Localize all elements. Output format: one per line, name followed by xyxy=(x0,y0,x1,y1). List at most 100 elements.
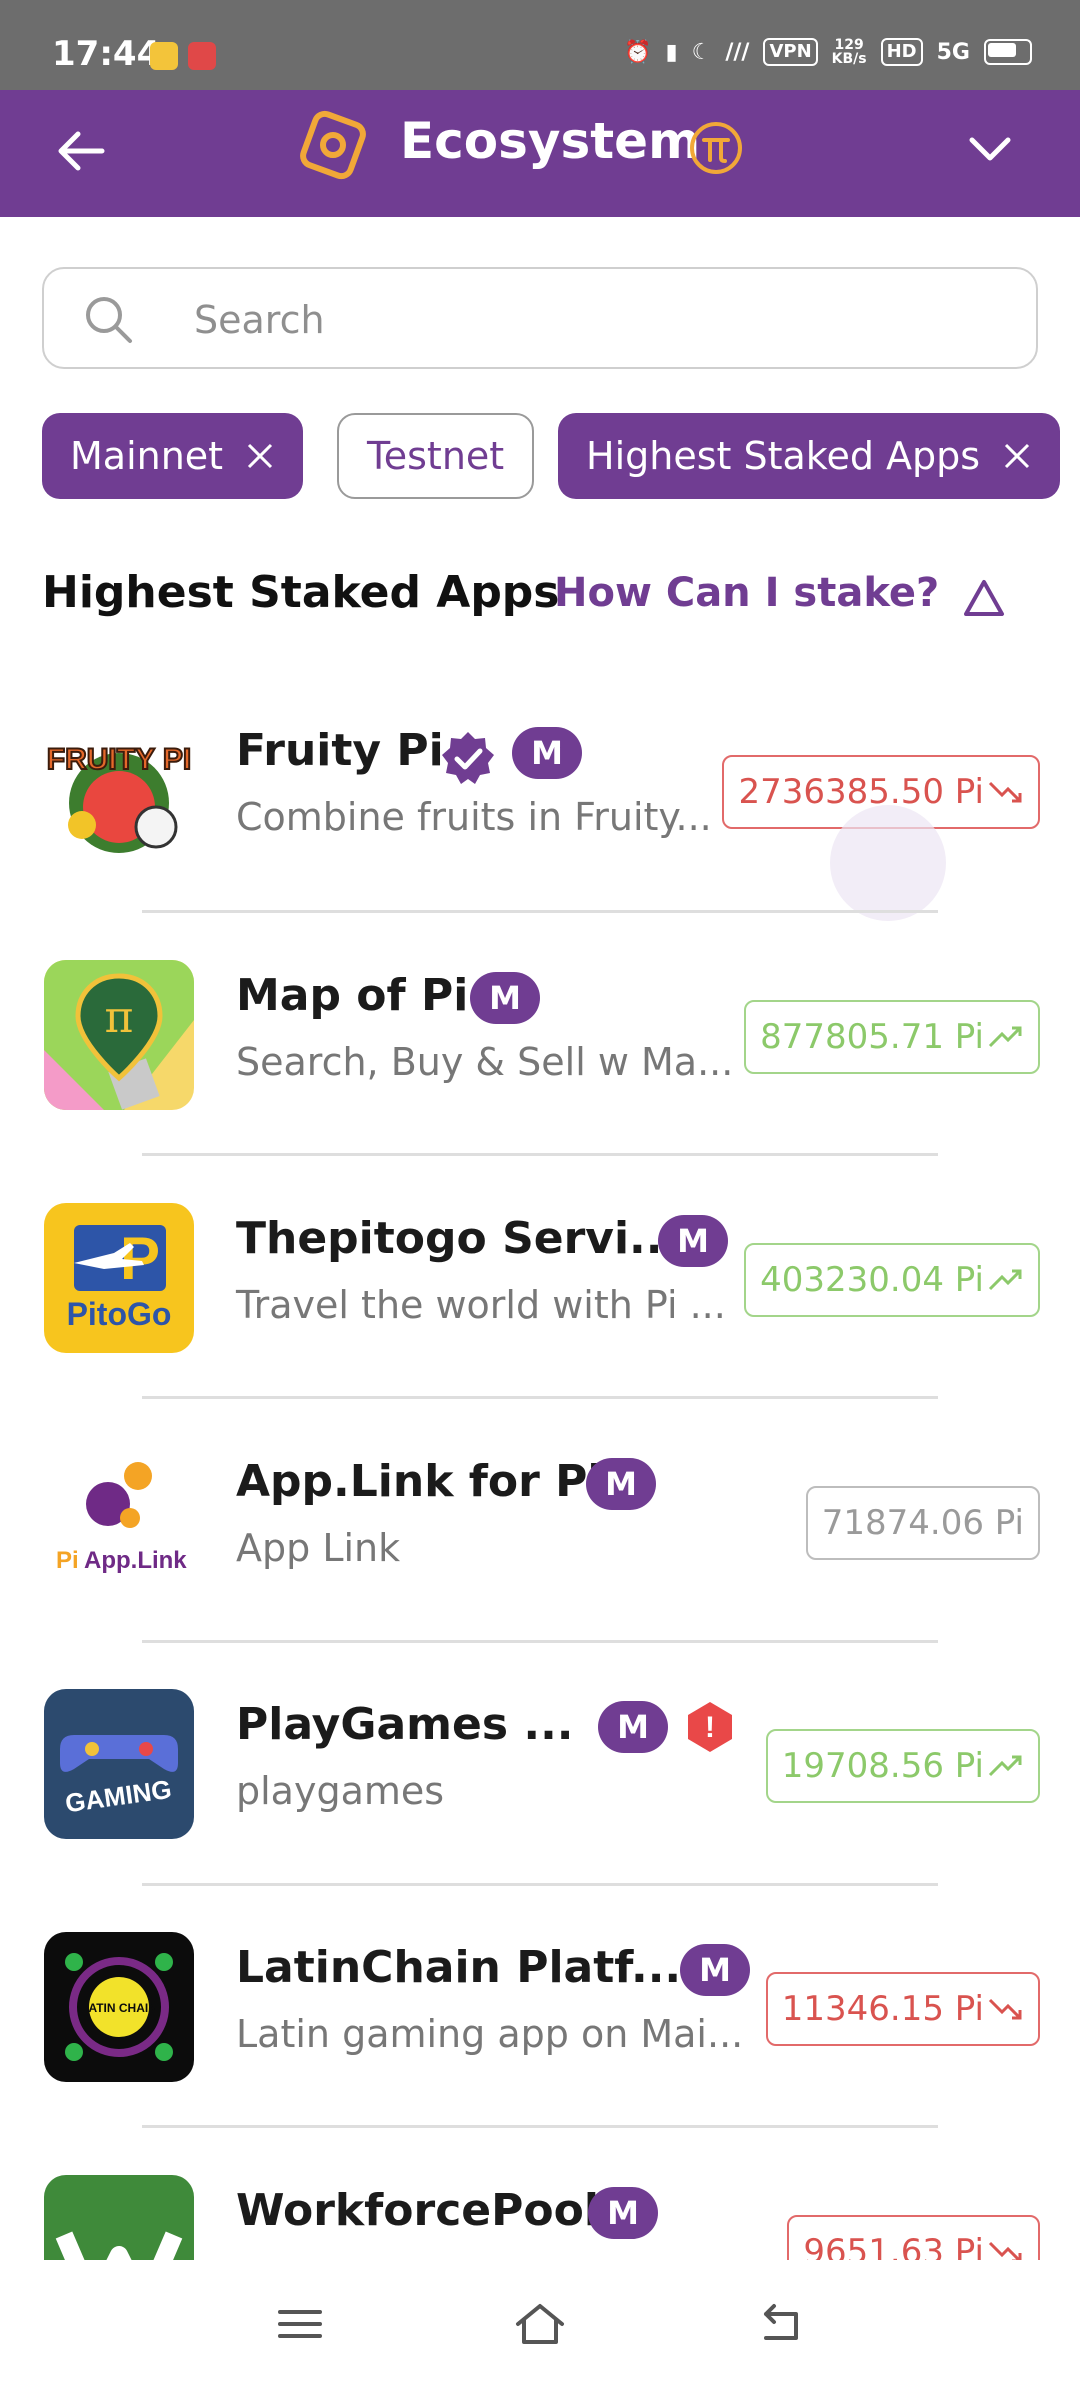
network-speed: 129 KB/s xyxy=(831,37,867,67)
section-title: Highest Staked Apps xyxy=(42,567,560,618)
app-name: PlayGames ... xyxy=(236,1699,574,1750)
app-description: Combine fruits in Fruity... xyxy=(236,795,712,839)
stake-amount-badge: 19708.56 Pi xyxy=(765,1729,1040,1803)
status-time: 17:44 xyxy=(52,34,161,74)
sort-triangle-icon[interactable] xyxy=(960,574,1008,622)
app-icon-map-of-pi: π xyxy=(44,960,194,1110)
search-input[interactable] xyxy=(192,289,996,351)
stake-amount-badge: 11346.15 Pi xyxy=(765,1972,1040,2046)
stake-amount: 403230.04 Pi xyxy=(760,1260,984,1300)
svg-text:FRUITY PI: FRUITY PI xyxy=(47,743,191,776)
status-bar: 17:44 ⏰ ▮ ☾ /// VPN 129 KB/s HD 5G xyxy=(0,0,1080,90)
list-divider xyxy=(142,910,938,913)
notification-icon xyxy=(150,42,178,70)
filter-chip-highest-staked[interactable]: Highest Staked Apps xyxy=(558,413,1061,499)
hd-indicator: HD xyxy=(880,38,923,66)
touch-ripple xyxy=(830,805,946,921)
close-icon[interactable] xyxy=(245,441,275,471)
stake-amount: 71874.06 Pi xyxy=(821,1503,1024,1543)
stake-amount-badge: 877805.71 Pi xyxy=(744,1000,1040,1074)
network-type: 5G xyxy=(936,39,970,65)
mainnet-badge: M xyxy=(658,1215,728,1267)
app-name: App.Link for Pi xyxy=(236,1456,603,1507)
app-name: Map of Pi xyxy=(236,970,469,1021)
list-item[interactable]: WorkforcePool M 9651.63 Pi xyxy=(0,2175,1040,2260)
close-icon[interactable] xyxy=(1002,441,1032,471)
moon-icon: ☾ xyxy=(691,39,712,65)
list-item[interactable]: GAMING PlayGames ... M ! playgames 19708… xyxy=(0,1689,1040,1932)
menu-icon[interactable] xyxy=(272,2300,328,2348)
app-icon-pitogo: P PitoGo xyxy=(44,1203,194,1353)
app-icon-playgames: GAMING xyxy=(44,1689,194,1839)
chevron-down-icon[interactable] xyxy=(960,118,1020,178)
search-icon xyxy=(86,297,132,343)
search-box[interactable] xyxy=(42,267,1038,369)
app-icon-fruity-pi: FRUITY PI xyxy=(44,715,194,865)
app-description: App Link xyxy=(236,1526,401,1570)
arrow-left-icon[interactable] xyxy=(46,116,116,186)
trend-up-icon xyxy=(988,1269,1022,1291)
alarm-icon: ⏰ xyxy=(624,39,652,65)
svg-text:!: ! xyxy=(705,1711,715,1744)
app-description: playgames xyxy=(236,1769,445,1813)
mainnet-badge: M xyxy=(588,2187,658,2239)
app-name: LatinChain Platf... xyxy=(236,1942,682,1993)
svg-text:PitoGo: PitoGo xyxy=(67,1296,172,1332)
status-indicators: ⏰ ▮ ☾ /// VPN 129 KB/s HD 5G xyxy=(624,38,1032,66)
verified-badge-icon xyxy=(442,732,494,784)
svg-text:π: π xyxy=(105,992,134,1043)
list-clip: WorkforcePool M 9651.63 Pi xyxy=(0,2170,1080,2260)
pi-coin-icon xyxy=(690,122,742,174)
app-name: Fruity Pi xyxy=(236,725,444,776)
trend-down-icon xyxy=(988,2241,1022,2260)
page-title: Ecosystem xyxy=(400,112,701,170)
mainnet-badge: M xyxy=(470,972,540,1024)
warning-icon[interactable]: ! xyxy=(682,1699,738,1755)
mainnet-badge: M xyxy=(586,1458,656,1510)
trend-down-icon xyxy=(988,1998,1022,2020)
back-icon[interactable] xyxy=(752,2300,808,2348)
trend-up-icon xyxy=(988,1026,1022,1048)
list-divider xyxy=(142,2125,938,2128)
mainnet-badge: M xyxy=(680,1944,750,1996)
app-name: WorkforcePool xyxy=(236,2185,599,2236)
list-item[interactable]: π Map of Pi M Search, Buy & Sell w Ma...… xyxy=(0,960,1040,1203)
trend-up-icon xyxy=(988,1755,1022,1777)
stake-amount: 19708.56 Pi xyxy=(781,1746,984,1786)
app-name: Thepitogo Servi... xyxy=(236,1213,680,1264)
list-item[interactable]: P PitoGo Thepitogo Servi... M Travel the… xyxy=(0,1203,1040,1446)
stake-amount-badge: 71874.06 Pi xyxy=(805,1486,1040,1560)
list-item[interactable]: LATIN CHAIN LatinChain Platf... M Latin … xyxy=(0,1932,1040,2175)
svg-text:App.Link: App.Link xyxy=(84,1547,187,1574)
home-icon[interactable] xyxy=(512,2300,568,2348)
vpn-indicator: VPN xyxy=(763,38,818,66)
list-item[interactable]: Pi App.Link App.Link for Pi M App Link 7… xyxy=(0,1446,1040,1689)
list-divider xyxy=(142,1883,938,1886)
battery-icon xyxy=(984,39,1032,65)
svg-text:P: P xyxy=(120,1225,160,1292)
stake-amount: 877805.71 Pi xyxy=(760,1017,984,1057)
filter-chip-label: Highest Staked Apps xyxy=(586,434,981,478)
list-divider xyxy=(142,1153,938,1156)
filter-chip-label: Mainnet xyxy=(70,434,224,478)
app-header: Ecosystem xyxy=(0,90,1080,217)
stake-amount-badge: 403230.04 Pi xyxy=(744,1243,1040,1317)
mainnet-badge: M xyxy=(512,727,582,779)
filter-chip-mainnet[interactable]: Mainnet xyxy=(42,413,304,499)
notification-icon xyxy=(188,42,216,70)
mainnet-badge: M xyxy=(598,1701,668,1753)
filter-chip-label: Testnet xyxy=(367,434,505,478)
filter-chip-testnet[interactable]: Testnet xyxy=(337,413,535,499)
app-icon-latinchain: LATIN CHAIN xyxy=(44,1932,194,2082)
svg-text:LATIN CHAIN: LATIN CHAIN xyxy=(81,2001,157,2015)
trend-down-icon xyxy=(988,781,1022,803)
system-nav-bar xyxy=(0,2260,1080,2388)
list-divider xyxy=(142,1640,938,1643)
app-icon-applink: Pi App.Link xyxy=(44,1446,194,1596)
signal-speed-icon: /// xyxy=(725,39,750,65)
how-to-stake-link[interactable]: How Can I stake? xyxy=(554,570,939,616)
app-description: Latin gaming app on Mai... xyxy=(236,2012,744,2056)
stake-amount: 11346.15 Pi xyxy=(781,1989,984,2029)
stake-amount: 9651.63 Pi xyxy=(803,2232,984,2260)
app-description: Search, Buy & Sell w Ma... xyxy=(236,1040,734,1084)
